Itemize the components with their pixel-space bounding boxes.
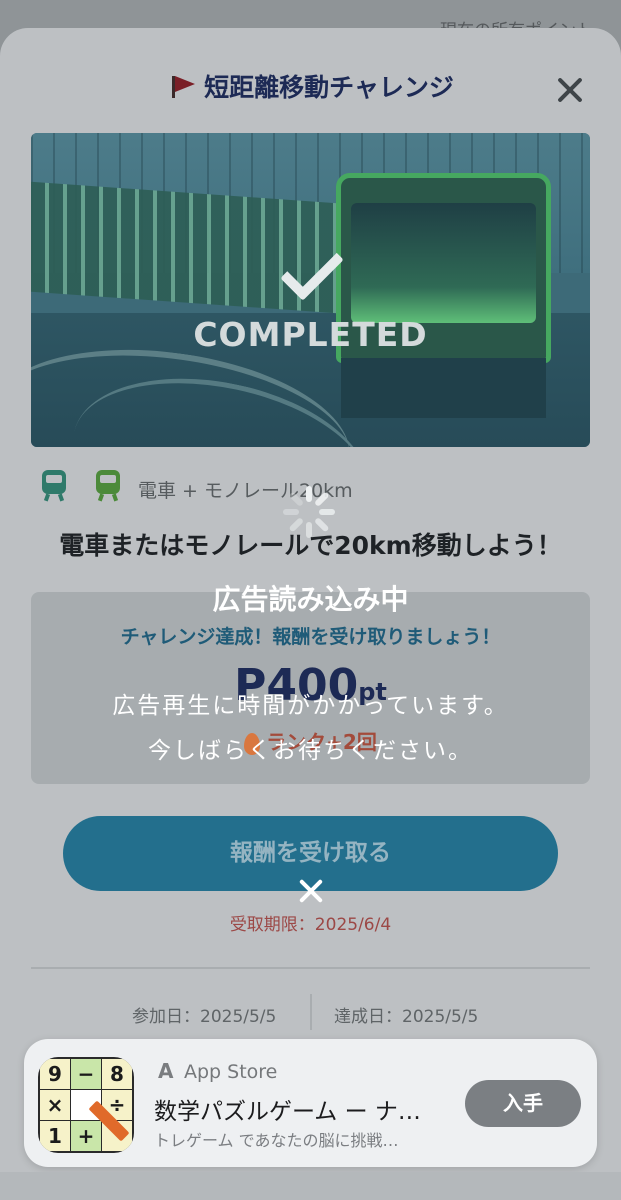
close-icon[interactable] xyxy=(552,72,588,108)
icon-cell: 8 xyxy=(102,1059,132,1089)
icon-cell: 9 xyxy=(40,1059,70,1089)
join-date: 参加日：2025/5/5 xyxy=(132,1007,277,1027)
ad-app-subtitle: トレゲーム であなたの脳に挑戦… xyxy=(154,1131,399,1150)
hero-image: COMPLETED xyxy=(31,133,590,447)
sheet-title: 短距離移動チャレンジ xyxy=(204,73,454,102)
completed-date: 達成日：2025/5/5 xyxy=(334,1007,479,1027)
icon-cell: + xyxy=(71,1121,101,1151)
challenge-description: 電車またはモノレールで20km移動しよう！ xyxy=(59,531,562,560)
bottom-strip xyxy=(0,1172,621,1200)
icon-cell: − xyxy=(71,1059,101,1089)
ad-app-title[interactable]: 数学パズルゲーム ー ナ… xyxy=(154,1092,421,1126)
train-icon xyxy=(40,468,68,502)
icon-cell: 1 xyxy=(40,1121,70,1151)
deadline-text: 受取期限：2025/6/4 xyxy=(229,915,392,935)
sheet-title-row: 短距離移動チャレンジ xyxy=(0,68,621,108)
close-ad-overlay-icon[interactable] xyxy=(296,876,326,906)
reward-message: チャレンジ達成！報酬を受け取りましょう！ xyxy=(120,626,501,648)
completed-label: COMPLETED xyxy=(193,315,428,354)
date-separator xyxy=(310,994,312,1030)
app-icon[interactable]: 9 − 8 × ÷ 1 + xyxy=(38,1057,134,1153)
loading-message-line1: 広告再生に時間がかかっています。 xyxy=(112,693,509,719)
flag-icon xyxy=(167,72,196,100)
app-store-icon xyxy=(154,1059,178,1084)
get-app-button[interactable]: 入手 xyxy=(465,1080,581,1127)
monorail-icon xyxy=(94,468,122,502)
app-store-label: App Store xyxy=(184,1061,278,1083)
dates-row: 参加日：2025/5/5 達成日：2025/5/5 xyxy=(0,994,621,1030)
loading-title: 広告読み込み中 xyxy=(212,583,409,616)
divider xyxy=(31,967,590,969)
icon-cell: × xyxy=(40,1090,70,1120)
loading-message-line2: 今しばらくお待ちください。 xyxy=(148,738,473,764)
ad-banner[interactable]: 9 − 8 × ÷ 1 + App Store 数学パズルゲーム ー ナ… トレ… xyxy=(24,1039,597,1167)
